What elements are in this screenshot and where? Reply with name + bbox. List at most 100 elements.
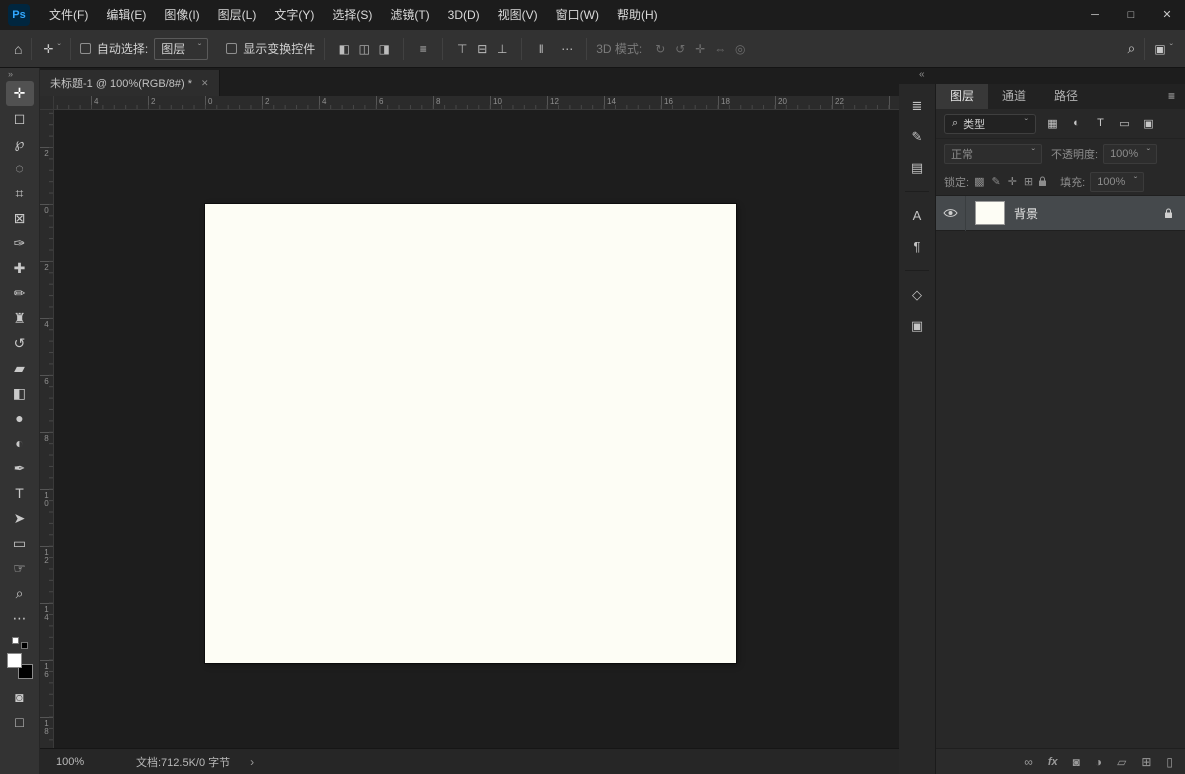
libraries-panel-icon[interactable]: ▣	[903, 312, 931, 339]
filter-shape-layers-icon[interactable]: ▭	[1117, 117, 1132, 130]
swatches-panel-icon[interactable]: ▤	[903, 154, 931, 181]
menu-image[interactable]: 图像(I)	[155, 0, 208, 30]
clone-stamp-tool[interactable]: ♜	[6, 306, 34, 331]
frame-tool[interactable]: ⊠	[6, 206, 34, 231]
delete-layer-icon[interactable]: ▯	[1166, 755, 1173, 769]
layer-name[interactable]: 背景	[1014, 205, 1038, 222]
layer-thumbnail[interactable]	[975, 201, 1005, 225]
blend-mode-dropdown[interactable]: 正常 ˇ	[944, 144, 1042, 164]
hand-tool[interactable]: ☞	[6, 556, 34, 581]
close-button[interactable]: ✕	[1149, 0, 1185, 30]
menu-help[interactable]: 帮助(H)	[608, 0, 667, 30]
home-icon[interactable]: ⌂	[14, 41, 22, 57]
workspace-switcher-icon[interactable]: ▣	[1154, 42, 1165, 56]
layers-list[interactable]: 背景	[936, 195, 1185, 748]
zoom-tool[interactable]: ⌕	[6, 581, 34, 606]
lock-position-icon[interactable]: ✛	[1008, 175, 1017, 188]
more-options-icon[interactable]: ⋯	[557, 42, 577, 56]
menu-3d[interactable]: 3D(D)	[439, 0, 489, 30]
auto-select-checkbox[interactable]	[80, 43, 91, 54]
pen-tool[interactable]: ✒	[6, 456, 34, 481]
filter-smart-objects-icon[interactable]: ▣	[1141, 117, 1156, 130]
menu-file[interactable]: 文件(F)	[40, 0, 97, 30]
opacity-field[interactable]: 100% ˇ	[1103, 144, 1157, 164]
blur-tool[interactable]: ●	[6, 406, 34, 431]
align-top-icon[interactable]: ⊤	[452, 42, 472, 56]
new-group-icon[interactable]: ▱	[1117, 755, 1126, 769]
3d-slide-icon[interactable]: ⇔	[710, 42, 730, 56]
show-transform-checkbox[interactable]	[226, 43, 237, 54]
rectangular-marquee-tool[interactable]: ◻	[6, 106, 34, 131]
eyedropper-tool[interactable]: ✑	[6, 231, 34, 256]
new-layer-icon[interactable]: ⊞	[1141, 755, 1151, 769]
horizontal-type-tool[interactable]: T	[6, 481, 34, 506]
tab-layers[interactable]: 图层	[936, 84, 988, 109]
brush-settings-panel-icon[interactable]: ≣	[903, 92, 931, 119]
layer-style-icon[interactable]: fx	[1048, 756, 1058, 768]
distribute-v-icon[interactable]: ‖	[531, 42, 551, 56]
menu-edit[interactable]: 编辑(E)	[97, 0, 155, 30]
foreground-color-swatch[interactable]	[7, 653, 22, 668]
maximize-button[interactable]: □	[1113, 0, 1149, 30]
move-tool[interactable]: ✛	[6, 81, 34, 106]
brush-tool[interactable]: ✏	[6, 281, 34, 306]
menu-select[interactable]: 选择(S)	[323, 0, 381, 30]
menu-view[interactable]: 视图(V)	[489, 0, 547, 30]
rectangle-shape-tool[interactable]: ▭	[6, 531, 34, 556]
status-chevron-icon[interactable]: ›	[250, 755, 254, 769]
chevron-down-icon[interactable]: ˇ	[1170, 46, 1173, 52]
fill-field[interactable]: 100% ˇ	[1090, 172, 1144, 192]
3d-panel-icon[interactable]: ◇	[903, 281, 931, 308]
align-right-icon[interactable]: ◨	[374, 42, 394, 56]
lock-transparent-pixels-icon[interactable]: ▩	[974, 175, 984, 188]
align-left-icon[interactable]: ◧	[334, 42, 354, 56]
zoom-level-field[interactable]: 100%	[40, 756, 112, 768]
lock-image-pixels-icon[interactable]: ✎	[991, 175, 1000, 188]
align-bottom-icon[interactable]: ⊥	[492, 42, 512, 56]
filter-pixel-layers-icon[interactable]: ▦	[1045, 117, 1060, 130]
quick-selection-tool[interactable]: ◌	[6, 156, 34, 181]
menu-type[interactable]: 文字(Y)	[265, 0, 323, 30]
3d-drag-icon[interactable]: ✛	[690, 42, 710, 56]
document-canvas[interactable]	[205, 204, 736, 663]
brushes-panel-icon[interactable]: ✎	[903, 123, 931, 150]
eraser-tool[interactable]: ▰	[6, 356, 34, 381]
auto-select-target-dropdown[interactable]: 图层 ˇ	[154, 38, 208, 60]
ruler-origin[interactable]	[40, 96, 54, 110]
crop-tool[interactable]: ⌗	[6, 181, 34, 206]
quick-mask-button[interactable]: ◙	[6, 685, 34, 710]
menu-filter[interactable]: 滤镜(T)	[381, 0, 438, 30]
layer-row[interactable]: 背景	[936, 196, 1185, 231]
add-layer-mask-icon[interactable]: ◙	[1073, 755, 1080, 769]
3d-scale-icon[interactable]: ◎	[730, 42, 750, 56]
canvas-area[interactable]	[54, 110, 899, 748]
menu-window[interactable]: 窗口(W)	[547, 0, 608, 30]
document-tab[interactable]: 未标题-1 @ 100%(RGB/8#) * ✕	[40, 70, 220, 96]
lasso-tool[interactable]: ℘	[6, 131, 34, 156]
history-brush-tool[interactable]: ↺	[6, 331, 34, 356]
filter-type-layers-icon[interactable]: T	[1093, 117, 1108, 130]
panel-menu-icon[interactable]: ≡	[1158, 84, 1185, 109]
align-center-h-icon[interactable]: ◫	[354, 42, 374, 56]
gradient-tool[interactable]: ◧	[6, 381, 34, 406]
align-middle-icon[interactable]: ⊟	[472, 42, 492, 56]
distribute-h-icon[interactable]: ≡	[413, 42, 433, 56]
expand-toolbar-chevron[interactable]: »	[0, 68, 12, 81]
close-icon[interactable]: ✕	[201, 78, 209, 89]
spot-healing-brush-tool[interactable]: ✚	[6, 256, 34, 281]
lock-artboard-icon[interactable]: ⊞	[1024, 175, 1033, 188]
minimize-button[interactable]: ─	[1077, 0, 1113, 30]
dodge-tool[interactable]: ◐	[6, 431, 34, 456]
default-colors-icon[interactable]	[12, 637, 28, 649]
search-icon[interactable]: ⌕	[1127, 40, 1135, 57]
layer-visibility-toggle[interactable]	[936, 196, 966, 231]
collapse-dock-chevron[interactable]: «	[919, 69, 924, 80]
horizontal-ruler[interactable]: 420246810121416182022	[54, 96, 899, 110]
vertical-ruler[interactable]: 2024681012141618	[40, 110, 54, 748]
new-adjustment-layer-icon[interactable]: ◑	[1095, 755, 1102, 769]
tab-paths[interactable]: 路径	[1040, 84, 1092, 109]
filter-adjustment-layers-icon[interactable]: ◐	[1069, 117, 1084, 130]
layer-lock-icon[interactable]	[1164, 208, 1173, 219]
lock-all-icon[interactable]	[1038, 176, 1047, 187]
edit-toolbar-icon[interactable]: ⋯	[6, 606, 34, 631]
